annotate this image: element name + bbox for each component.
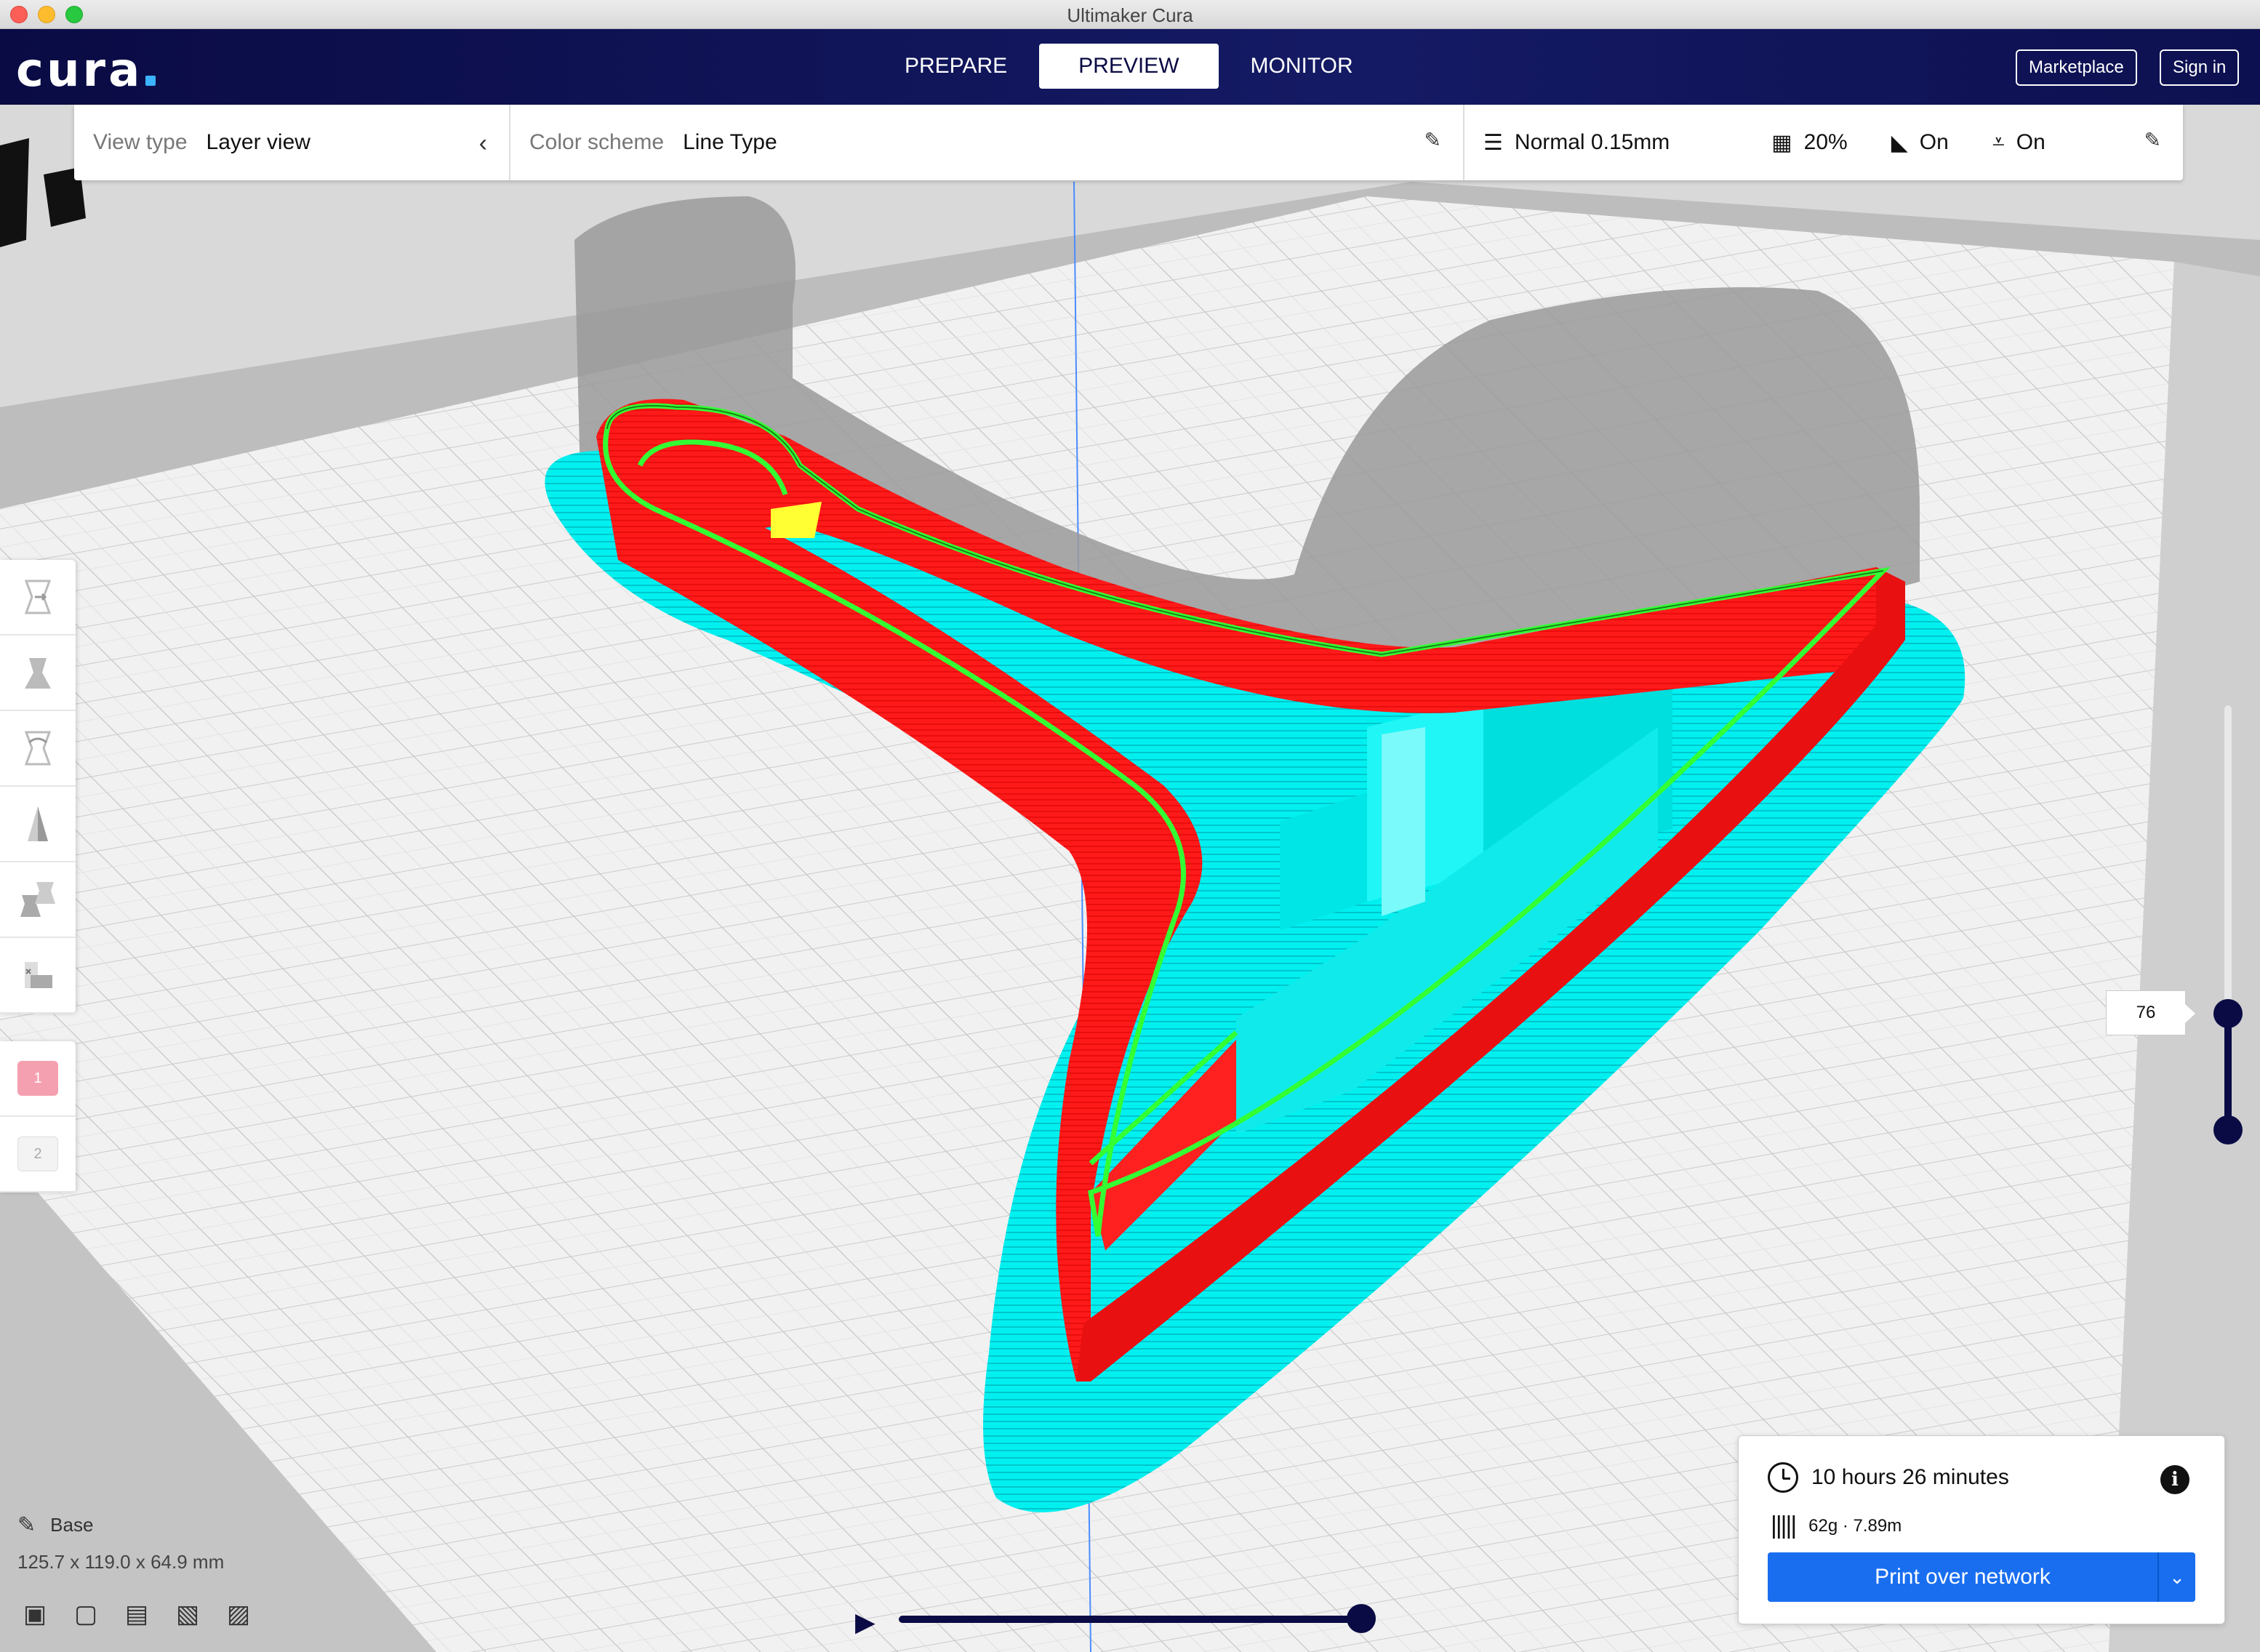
object-dimensions: 125.7 x 119.0 x 64.9 mm [17, 1551, 225, 1573]
view-settings-bar: View type Layer view ‹ Color scheme Line… [74, 105, 2183, 180]
cura-window: Ultimaker Cura cura PREPARE PREVIEW MONI… [0, 0, 2260, 1652]
app-header: cura PREPARE PREVIEW MONITOR Marketplace… [0, 29, 2260, 105]
infill-icon: ▦ [1771, 130, 1792, 155]
infill-value: 20% [1803, 130, 1848, 154]
simulation-slider-track[interactable] [899, 1616, 1364, 1623]
top-view-icon[interactable]: ▤ [122, 1600, 151, 1629]
print-time-row: 10 hours 26 minutes [1768, 1462, 2009, 1493]
adhesion-value: On [2016, 130, 2045, 154]
play-icon[interactable]: ▶ [855, 1607, 875, 1637]
info-icon[interactable]: i [2160, 1465, 2189, 1494]
extension-1-badge: 1 [17, 1061, 58, 1096]
adhesion-icon: ⩡ [1992, 130, 2005, 154]
material-row: ||||| 62g · 7.89m [1771, 1512, 1902, 1540]
print-summary-panel: 10 hours 26 minutes i ||||| 62g · 7.89m … [1738, 1435, 2225, 1624]
object-name: Base [50, 1514, 94, 1536]
clock-icon [1768, 1462, 1798, 1493]
cura-logo: cura [16, 44, 156, 97]
support-value: On [1919, 130, 1949, 154]
pencil-icon[interactable]: ✎ [1424, 128, 1441, 152]
chevron-down-icon[interactable]: ⌄ [2157, 1552, 2195, 1602]
print-time: 10 hours 26 minutes [1811, 1465, 2009, 1489]
object-info: ✎ Base 125.7 x 119.0 x 64.9 mm [17, 1512, 224, 1573]
marketplace-button[interactable]: Marketplace [2016, 49, 2137, 86]
left-view-icon[interactable]: ▧ [173, 1600, 202, 1629]
view-type-value: Layer view [206, 130, 310, 154]
chevron-left-icon[interactable]: ‹ [479, 129, 487, 158]
window-title: Ultimaker Cura [1067, 4, 1193, 26]
spool-icon: ||||| [1771, 1512, 1797, 1539]
rotate-icon [24, 731, 52, 766]
color-scheme-selector[interactable]: Color scheme Line Type ✎ [510, 105, 1464, 180]
extension-panel: 1 2 [0, 1041, 76, 1192]
simulation-slider-handle[interactable] [1347, 1604, 1376, 1633]
per-model-settings-tool[interactable] [0, 862, 76, 938]
print-over-network-button[interactable]: Print over network ⌄ [1768, 1552, 2195, 1602]
tool-panel [0, 560, 76, 1014]
support-blocker-tool[interactable] [0, 938, 76, 1014]
right-view-icon[interactable]: ▨ [224, 1600, 253, 1629]
layers-icon: ☰ [1483, 130, 1503, 155]
layer-slider-lower-handle[interactable] [2213, 1115, 2243, 1144]
layer-slider-range [2224, 1014, 2232, 1131]
sign-in-button[interactable]: Sign in [2160, 49, 2240, 86]
stage-tabs: PREPARE PREVIEW MONITOR [873, 44, 1385, 89]
extension-2-badge: 2 [17, 1136, 58, 1171]
view-type-label: View type [93, 130, 188, 154]
front-view-icon[interactable]: ▢ [71, 1600, 100, 1629]
profile-setting[interactable]: ☰ Normal 0.15mm [1483, 130, 1670, 156]
material-usage: 62g · 7.89m [1808, 1515, 1902, 1536]
title-bar: Ultimaker Cura [0, 0, 2260, 29]
tab-preview[interactable]: PREVIEW [1039, 44, 1219, 89]
pencil-icon: ✎ [17, 1513, 36, 1537]
print-settings-selector[interactable]: ☰ Normal 0.15mm ▦ 20% ◣ On ⩡ On ✎ [1464, 105, 2183, 180]
camera-view-buttons: ▣ ▢ ▤ ▧ ▨ [20, 1600, 253, 1629]
scale-tool[interactable] [0, 635, 76, 711]
support-blocker-icon [25, 962, 52, 988]
extension-2[interactable]: 2 [0, 1117, 76, 1192]
print-button-label: Print over network [1875, 1565, 2051, 1589]
mirror-icon [28, 806, 48, 841]
layer-slider-upper-handle[interactable] [2213, 999, 2243, 1028]
object-name-row[interactable]: ✎ Base [17, 1512, 224, 1538]
mirror-tool[interactable] [0, 787, 76, 862]
infill-setting[interactable]: ▦ 20% [1771, 130, 1847, 156]
support-setting[interactable]: ◣ On [1891, 130, 1949, 156]
move-icon [24, 580, 52, 614]
adhesion-setting[interactable]: ⩡ On [1992, 130, 2045, 155]
move-tool[interactable] [0, 560, 76, 635]
support-icon: ◣ [1891, 130, 1908, 155]
extension-1[interactable]: 1 [0, 1041, 76, 1117]
profile-value: Normal 0.15mm [1514, 130, 1670, 154]
per-model-settings-icon [20, 882, 55, 917]
3d-view-icon[interactable]: ▣ [20, 1600, 49, 1629]
layer-number-input[interactable]: 76 [2106, 990, 2195, 1035]
color-scheme-value: Line Type [683, 130, 777, 154]
scale-icon [25, 658, 51, 689]
tab-monitor[interactable]: MONITOR [1219, 44, 1385, 89]
tab-prepare[interactable]: PREPARE [873, 44, 1039, 89]
color-scheme-label: Color scheme [529, 130, 665, 154]
build-plate-scene [0, 105, 2260, 1652]
rotate-tool[interactable] [0, 711, 76, 787]
pencil-icon[interactable]: ✎ [2144, 128, 2161, 152]
3d-viewport[interactable] [0, 105, 2260, 1652]
view-type-selector[interactable]: View type Layer view ‹ [74, 105, 510, 180]
